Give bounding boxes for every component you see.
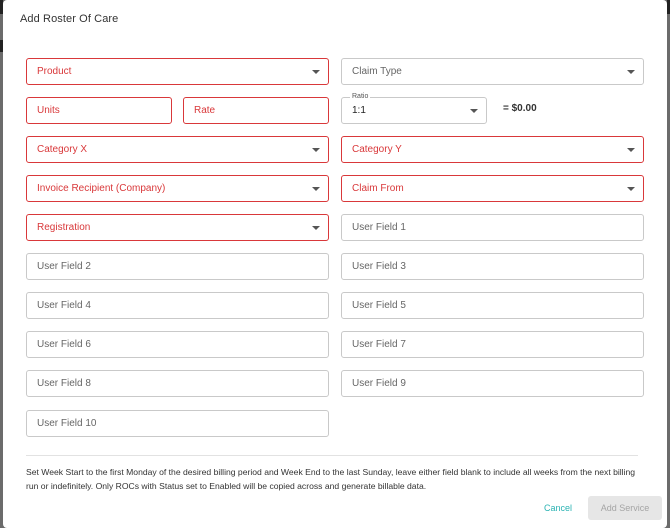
user-field-6-placeholder: User Field 6 xyxy=(37,339,91,350)
user-field-1-input[interactable]: User Field 1 xyxy=(341,214,644,241)
user-field-5-placeholder: User Field 5 xyxy=(352,300,406,311)
dialog-title: Add Roster Of Care xyxy=(20,13,119,25)
product-placeholder: Product xyxy=(37,66,72,77)
user-field-3-placeholder: User Field 3 xyxy=(352,261,406,272)
chevron-down-icon xyxy=(312,187,320,191)
rate-input[interactable]: Rate xyxy=(183,97,329,124)
chevron-down-icon xyxy=(312,70,320,74)
claim-type-select[interactable]: Claim Type xyxy=(341,58,644,85)
user-field-2-placeholder: User Field 2 xyxy=(37,261,91,272)
billing-note: Set Week Start to the first Monday of th… xyxy=(26,467,636,491)
add-roster-dialog: Add Roster Of Care Product Claim Type Un… xyxy=(3,0,667,528)
claim-from-select[interactable]: Claim From xyxy=(341,175,644,202)
user-field-7-placeholder: User Field 7 xyxy=(352,339,406,350)
user-field-4-placeholder: User Field 4 xyxy=(37,300,91,311)
claim-from-placeholder: Claim From xyxy=(352,183,404,194)
user-field-3-input[interactable]: User Field 3 xyxy=(341,253,644,280)
user-field-5-input[interactable]: User Field 5 xyxy=(341,292,644,319)
user-field-9-placeholder: User Field 9 xyxy=(352,378,406,389)
divider xyxy=(26,455,638,456)
units-input[interactable]: Units xyxy=(26,97,172,124)
category-y-placeholder: Category Y xyxy=(352,144,402,155)
rate-placeholder: Rate xyxy=(194,105,216,116)
cancel-button[interactable]: Cancel xyxy=(538,498,578,518)
user-field-6-input[interactable]: User Field 6 xyxy=(26,331,329,358)
invoice-recipient-placeholder: Invoice Recipient (Company) xyxy=(37,183,166,194)
user-field-1-placeholder: User Field 1 xyxy=(352,222,406,233)
product-select[interactable]: Product xyxy=(26,58,329,85)
add-service-button[interactable]: Add Service xyxy=(588,496,662,520)
user-field-4-input[interactable]: User Field 4 xyxy=(26,292,329,319)
user-field-8-placeholder: User Field 8 xyxy=(37,378,91,389)
user-field-9-input[interactable]: User Field 9 xyxy=(341,370,644,397)
category-y-select[interactable]: Category Y xyxy=(341,136,644,163)
chevron-down-icon xyxy=(627,148,635,152)
units-placeholder: Units xyxy=(37,105,60,116)
user-field-7-input[interactable]: User Field 7 xyxy=(341,331,644,358)
ratio-value: 1:1 xyxy=(352,105,366,116)
user-field-10-placeholder: User Field 10 xyxy=(37,418,97,429)
category-x-placeholder: Category X xyxy=(37,144,88,155)
chevron-down-icon xyxy=(470,109,478,113)
user-field-8-input[interactable]: User Field 8 xyxy=(26,370,329,397)
chevron-down-icon xyxy=(312,148,320,152)
invoice-recipient-select[interactable]: Invoice Recipient (Company) xyxy=(26,175,329,202)
registration-placeholder: Registration xyxy=(37,222,91,233)
chevron-down-icon xyxy=(627,187,635,191)
category-x-select[interactable]: Category X xyxy=(26,136,329,163)
user-field-2-input[interactable]: User Field 2 xyxy=(26,253,329,280)
claim-type-placeholder: Claim Type xyxy=(352,66,402,77)
registration-select[interactable]: Registration xyxy=(26,214,329,241)
total-amount: = $0.00 xyxy=(503,103,537,114)
ratio-select[interactable]: Ratio 1:1 xyxy=(341,92,487,124)
chevron-down-icon xyxy=(312,226,320,230)
user-field-10-input[interactable]: User Field 10 xyxy=(26,410,329,437)
chevron-down-icon xyxy=(627,70,635,74)
